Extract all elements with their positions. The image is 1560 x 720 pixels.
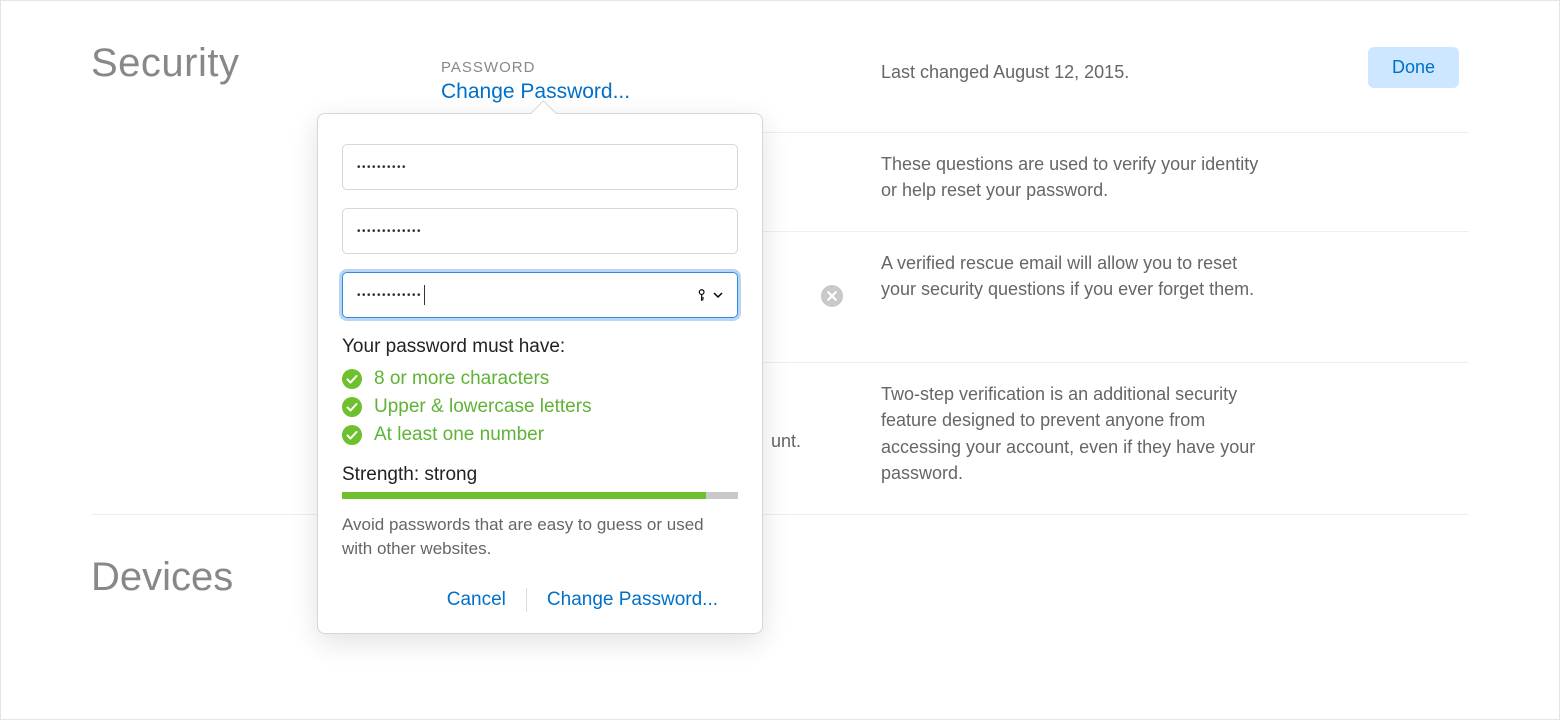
password-label: PASSWORD	[441, 59, 881, 76]
rescue-email-desc: A verified rescue email will allow you t…	[881, 250, 1469, 302]
current-password-input[interactable]: ••••••••••	[342, 144, 738, 190]
text-caret	[424, 285, 425, 305]
requirements-list: 8 or more characters Upper & lowercase l…	[342, 368, 738, 446]
last-changed-text: Last changed August 12, 2015.	[881, 59, 1269, 85]
requirement-item: 8 or more characters	[342, 368, 738, 390]
keychain-dropdown[interactable]	[697, 288, 723, 302]
check-icon	[342, 397, 362, 417]
requirement-text: 8 or more characters	[374, 368, 549, 390]
confirm-password-input[interactable]: •••••••••••••	[342, 272, 738, 318]
requirement-text: At least one number	[374, 424, 544, 446]
requirement-item: Upper & lowercase letters	[342, 396, 738, 418]
requirements-title: Your password must have:	[342, 336, 738, 358]
obscured-text-fragment: unt.	[771, 431, 801, 452]
done-button[interactable]: Done	[1368, 47, 1459, 88]
security-questions-desc: These questions are used to verify your …	[881, 151, 1469, 203]
new-password-value: •••••••••••••	[357, 226, 422, 237]
cancel-button[interactable]: Cancel	[427, 585, 526, 615]
new-password-input[interactable]: •••••••••••••	[342, 208, 738, 254]
change-password-link[interactable]: Change Password...	[441, 80, 881, 104]
change-password-submit[interactable]: Change Password...	[527, 585, 738, 615]
check-icon	[342, 369, 362, 389]
chevron-down-icon	[713, 290, 723, 300]
key-icon	[697, 288, 711, 302]
confirm-password-value: •••••••••••••	[357, 290, 422, 301]
check-icon	[342, 425, 362, 445]
change-password-popover: •••••••••• ••••••••••••• •••••••••••••	[317, 113, 763, 634]
devices-title: Devices	[1, 515, 1559, 600]
password-tip: Avoid passwords that are easy to guess o…	[342, 513, 738, 561]
strength-bar	[342, 492, 738, 499]
strength-label: Strength: strong	[342, 464, 738, 486]
requirement-text: Upper & lowercase letters	[374, 396, 592, 418]
requirement-item: At least one number	[342, 424, 738, 446]
clear-icon[interactable]	[821, 285, 843, 307]
strength-fill	[342, 492, 706, 499]
two-step-desc: Two-step verification is an additional s…	[881, 381, 1469, 485]
popover-footer: Cancel Change Password...	[318, 573, 762, 633]
current-password-value: ••••••••••	[357, 162, 407, 173]
